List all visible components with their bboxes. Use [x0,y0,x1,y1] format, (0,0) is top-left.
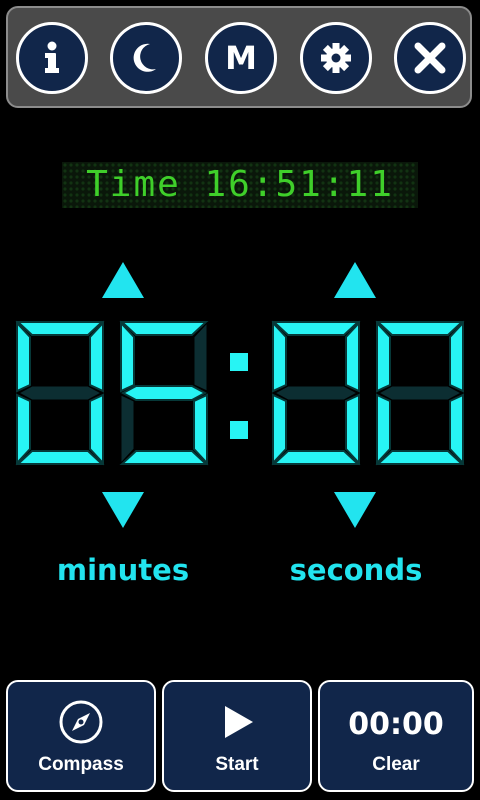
info-button[interactable] [16,22,88,94]
toolbar: M [6,6,472,108]
info-icon [32,38,72,78]
play-icon [213,698,261,751]
seconds-up-arrow-icon[interactable] [334,262,376,298]
minutes-ones-digit [119,320,209,466]
clear-time-display: 00:00 [348,707,444,742]
minutes-down-arrow-icon[interactable] [102,492,144,528]
compass-label: Compass [38,754,124,775]
timer-colon-dot [230,421,248,439]
timer-colon-dot [230,353,248,371]
settings-button[interactable] [300,22,372,94]
start-button[interactable]: Start [162,680,312,792]
minutes-up-arrow-icon[interactable] [102,262,144,298]
minutes-tens-digit [15,320,105,466]
moon-icon [126,38,166,78]
m-icon: M [225,39,257,77]
compass-icon [57,698,105,751]
timer-display [15,320,465,466]
clock-display: Time 16:51:11 [62,162,418,208]
close-button[interactable] [394,22,466,94]
compass-button[interactable]: Compass [6,680,156,792]
memory-button[interactable]: M [205,22,277,94]
minutes-label: minutes [56,553,190,587]
seconds-label: seconds [289,553,423,587]
gear-icon [316,38,356,78]
clear-label: Clear [372,754,420,775]
seconds-ones-digit [375,320,465,466]
seconds-down-arrow-icon[interactable] [334,492,376,528]
start-label: Start [215,754,259,775]
seconds-tens-digit [271,320,361,466]
close-icon [410,38,450,78]
clear-button[interactable]: 00:00 Clear [318,680,474,792]
night-mode-button[interactable] [110,22,182,94]
clock-text: Time 16:51:11 [86,164,394,205]
